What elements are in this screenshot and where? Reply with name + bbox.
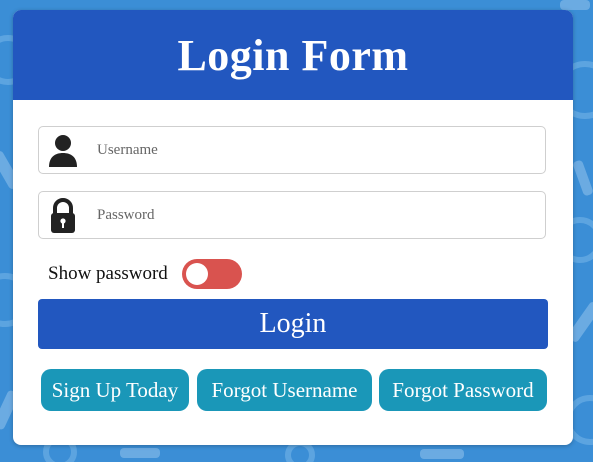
toggle-knob [185, 263, 208, 285]
forgot-username-button[interactable]: Forgot Username [197, 369, 372, 411]
lock-icon [51, 198, 75, 233]
card-header: Login Form [13, 10, 573, 100]
user-icon [49, 135, 77, 167]
username-input[interactable] [97, 127, 537, 173]
login-button[interactable]: Login [38, 299, 548, 349]
login-card: Login Form Show password Login Sign Up T… [13, 10, 573, 445]
show-password-label: Show password [48, 263, 168, 284]
show-password-toggle[interactable] [181, 259, 242, 289]
show-password-row: Show password [48, 258, 242, 290]
sign-up-button[interactable]: Sign Up Today [41, 369, 189, 411]
form-title: Login Form [177, 30, 409, 80]
password-field[interactable] [38, 191, 546, 239]
username-field[interactable] [38, 126, 546, 174]
forgot-password-button[interactable]: Forgot Password [379, 369, 547, 411]
password-input[interactable] [97, 192, 537, 238]
